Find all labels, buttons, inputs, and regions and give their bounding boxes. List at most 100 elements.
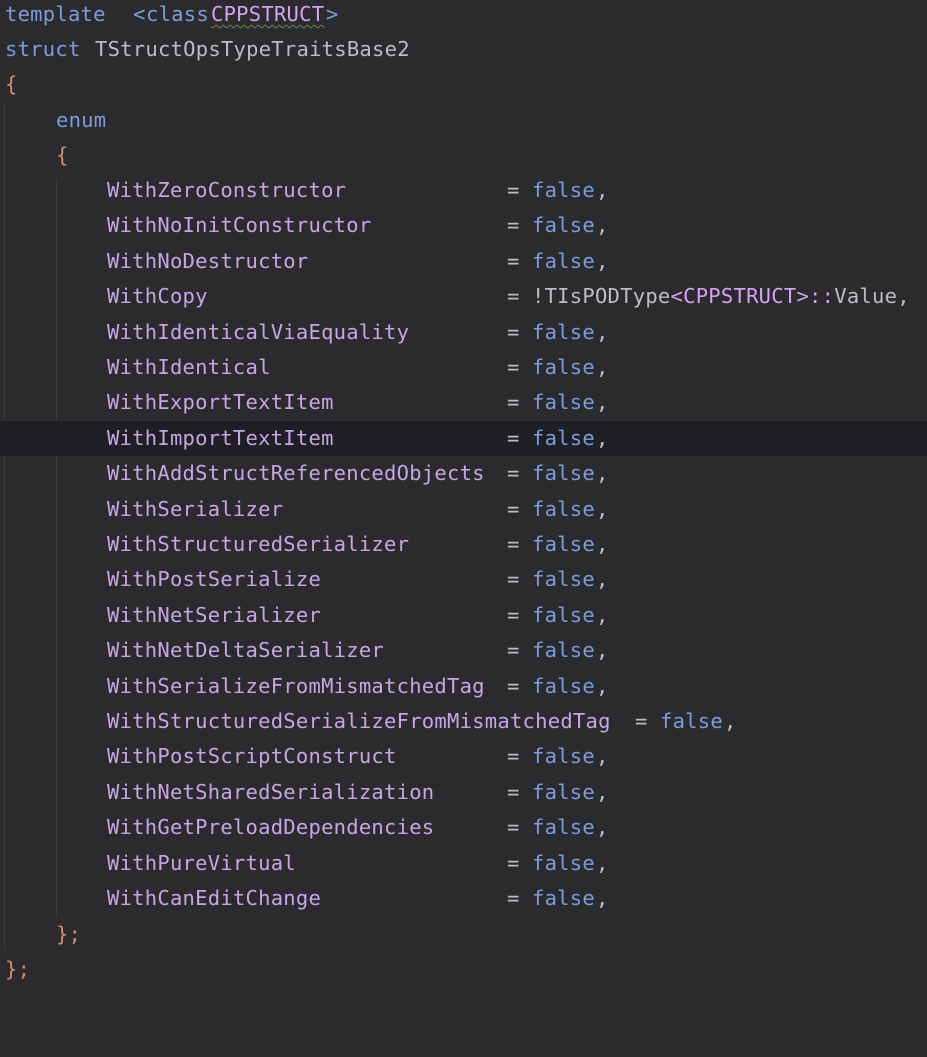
code-line-struct-close[interactable]: }; — [0, 952, 927, 987]
enum-member-name: WithCopy — [107, 284, 208, 308]
assign-operator: = — [635, 709, 648, 733]
assign-operator: = — [507, 355, 520, 379]
code-line-struct[interactable]: struct TStructOpsTypeTraitsBase2 — [0, 32, 927, 67]
scope-operator: >:: — [796, 284, 835, 308]
comma: , — [596, 390, 609, 414]
enum-member-line[interactable]: WithIdenticalViaEquality = false, — [0, 315, 927, 350]
enum-member-value: false — [532, 532, 595, 556]
enum-member-value: false — [532, 638, 595, 662]
struct-name: TStructOpsTypeTraitsBase2 — [95, 37, 410, 61]
assign-operator: = — [507, 320, 520, 344]
enum-member-line[interactable]: WithImportTextItem = false, — [0, 421, 927, 456]
enum-member-value: false — [532, 851, 595, 875]
enum-member-line[interactable]: WithNetDeltaSerializer = false, — [0, 633, 927, 668]
enum-member-value: false — [660, 709, 723, 733]
assign-operator: = — [507, 780, 520, 804]
assign-operator: = — [507, 461, 520, 485]
enum-member-value: false — [532, 426, 595, 450]
enum-member-name: WithCanEditChange — [107, 886, 322, 910]
enum-member-line[interactable]: WithPostSerialize = false, — [0, 562, 927, 597]
enum-member-name: WithNoDestructor — [107, 249, 309, 273]
assign-operator: = — [507, 213, 520, 237]
enum-member-name: WithGetPreloadDependencies — [107, 815, 435, 839]
template-close-bracket: > — [326, 2, 339, 26]
enum-member-value: false — [532, 674, 595, 698]
assign-operator: = — [507, 674, 520, 698]
value-member: Value — [834, 284, 898, 308]
struct-keyword: struct — [5, 37, 81, 61]
enum-keyword: enum — [56, 108, 107, 132]
enum-member-line[interactable]: WithAddStructReferencedObjects = false, — [0, 456, 927, 491]
comma: , — [596, 320, 609, 344]
enum-member-name: WithPureVirtual — [107, 851, 296, 875]
enum-member-value: false — [532, 886, 595, 910]
enum-member-line[interactable]: WithSerializeFromMismatchedTag = false, — [0, 669, 927, 704]
enum-member-value: false — [532, 390, 595, 414]
enum-member-name: WithPostSerialize — [107, 567, 322, 591]
enum-member-value: false — [532, 567, 595, 591]
enum-member-value: false — [532, 603, 595, 627]
enum-open-brace: { — [56, 143, 69, 167]
assign-operator: = — [507, 426, 520, 450]
assign-operator: = — [507, 603, 520, 627]
enum-member-line[interactable]: WithNetSharedSerialization = false, — [0, 775, 927, 810]
code-line-enum-open[interactable]: { — [0, 138, 927, 173]
enum-member-name: WithExportTextItem — [107, 390, 334, 414]
assign-operator: = — [507, 249, 520, 273]
enum-member-name: WithSerializer — [107, 497, 284, 521]
enum-member-line[interactable]: WithNetSerializer = false, — [0, 598, 927, 633]
comma: , — [596, 178, 609, 202]
assign-operator: = — [507, 567, 520, 591]
enum-member-value: false — [532, 355, 595, 379]
enum-member-line[interactable]: WithExportTextItem = false, — [0, 385, 927, 420]
enum-member-line[interactable]: WithSerializer = false, — [0, 492, 927, 527]
comma: , — [596, 815, 609, 839]
enum-member-value: false — [532, 249, 595, 273]
enum-member-line[interactable]: WithGetPreloadDependencies = false, — [0, 810, 927, 845]
trait-type-name: TIsPODType — [544, 284, 671, 308]
enum-member-name: WithIdentical — [107, 355, 271, 379]
comma: , — [596, 249, 609, 273]
assign-operator: = — [507, 284, 520, 308]
enum-member-line[interactable]: WithNoInitConstructor = false, — [0, 208, 927, 243]
enum-member-line[interactable]: WithPostScriptConstruct = false, — [0, 739, 927, 774]
comma: , — [596, 213, 609, 237]
enum-close: }; — [56, 922, 82, 946]
comma: , — [596, 603, 609, 627]
comma: , — [596, 532, 609, 556]
template-param: CPPSTRUCT — [683, 284, 797, 308]
enum-member-name: WithNetSerializer — [107, 603, 322, 627]
enum-member-line[interactable]: WithCanEditChange = false, — [0, 881, 927, 916]
comma: , — [596, 497, 609, 521]
code-editor[interactable]: template < class CPPSTRUCT > struct TStr… — [0, 0, 927, 985]
enum-member-name: WithSerializeFromMismatchedTag — [107, 674, 485, 698]
enum-member-line[interactable]: WithNoDestructor = false, — [0, 244, 927, 279]
code-line-template[interactable]: template < class CPPSTRUCT > — [0, 0, 927, 32]
assign-operator: = — [507, 390, 520, 414]
comma: , — [897, 284, 910, 308]
enum-member-name: WithIdenticalViaEquality — [107, 320, 410, 344]
assign-operator: = — [507, 638, 520, 662]
enum-member-line[interactable]: WithStructuredSerializer = false, — [0, 527, 927, 562]
enum-member-value: false — [532, 213, 595, 237]
enum-member-name: WithPostScriptConstruct — [107, 744, 397, 768]
enum-member-line[interactable]: WithIdentical = false, — [0, 350, 927, 385]
code-line-struct-open[interactable]: { — [0, 67, 927, 102]
enum-member-line[interactable]: WithPureVirtual = false, — [0, 846, 927, 881]
enum-member-name: WithStructuredSerializer — [107, 532, 410, 556]
enum-member-line[interactable]: WithStructuredSerializeFromMismatchedTag… — [0, 704, 927, 739]
enum-member-value: false — [532, 815, 595, 839]
code-line-enum[interactable]: enum — [0, 103, 927, 138]
enum-member-name: WithNetDeltaSerializer — [107, 638, 385, 662]
template-open-bracket: < — [133, 2, 146, 26]
enum-member-name: WithImportTextItem — [107, 426, 334, 450]
enum-member-line[interactable]: WithCopy = !TIsPODType<CPPSTRUCT>::Value, — [0, 279, 927, 314]
assign-operator: = — [507, 178, 520, 202]
comma: , — [596, 355, 609, 379]
assign-operator: = — [507, 815, 520, 839]
code-line-enum-close[interactable]: }; — [0, 917, 927, 952]
comma: , — [596, 426, 609, 450]
enum-member-value: !TIsPODType<CPPSTRUCT>::Value, — [532, 279, 910, 314]
enum-member-line[interactable]: WithZeroConstructor = false, — [0, 173, 927, 208]
struct-close: }; — [5, 957, 31, 981]
